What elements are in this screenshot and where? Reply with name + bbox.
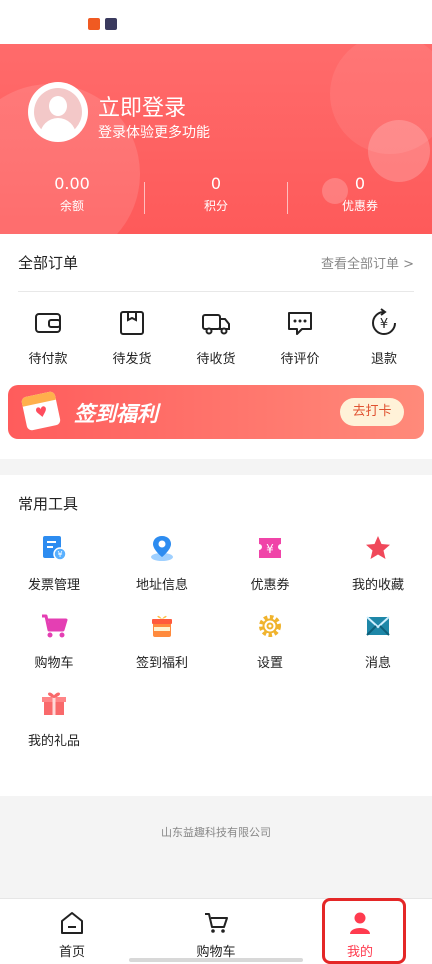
stat-points[interactable]: 0 积分 xyxy=(144,174,288,214)
tool-invoice[interactable]: ¥ 发票管理 xyxy=(0,534,108,612)
tab-home[interactable]: 首页 xyxy=(0,899,144,964)
refund-icon: ¥ xyxy=(372,308,396,335)
tool-settings[interactable]: 设置 xyxy=(216,612,324,690)
tool-label: 发票管理 xyxy=(27,578,80,593)
stat-value: 0.00 xyxy=(54,174,90,193)
order-refund[interactable]: ¥ 退款 xyxy=(354,308,414,367)
stat-label: 积分 xyxy=(203,199,228,213)
tools-grid: ¥ 发票管理 地址信息 ¥ 优惠券 我的收藏 购物车 签到福利 设置 消息 我的… xyxy=(0,534,432,768)
stat-value: 0 xyxy=(354,174,366,193)
status-bar xyxy=(0,0,432,44)
tool-label: 我的礼品 xyxy=(27,734,80,749)
order-pending-receipt[interactable]: 待收货 xyxy=(186,308,246,367)
decor-bubble xyxy=(368,120,430,182)
stat-value: 0 xyxy=(210,174,222,193)
order-pending-payment[interactable]: 待付款 xyxy=(18,308,78,367)
tool-label: 地址信息 xyxy=(135,578,188,593)
coupon-icon: ¥ xyxy=(259,538,281,558)
orders-section: 全部订单 查看全部订单 > 待付款 待发货 待收货 待评价 ¥ 退款 xyxy=(0,234,432,385)
tool-cart[interactable]: 购物车 xyxy=(0,612,108,690)
svg-text:¥: ¥ xyxy=(266,542,274,556)
tool-checkin[interactable]: 签到福利 xyxy=(108,612,216,690)
home-icon xyxy=(61,912,83,934)
order-status-row: 待付款 待发货 待收货 待评价 ¥ 退款 xyxy=(18,292,414,385)
notification-app-icon xyxy=(88,18,100,30)
calendar-heart-icon xyxy=(20,390,62,432)
order-label: 待付款 xyxy=(28,352,68,367)
invoice-icon: ¥ xyxy=(43,536,67,561)
star-icon xyxy=(366,536,390,559)
tab-highlight-box xyxy=(322,898,406,964)
checkin-button[interactable]: 去打卡 xyxy=(340,398,404,426)
tool-label: 购物车 xyxy=(34,656,74,671)
notification-app-icon xyxy=(105,18,117,30)
company-name: 山东益趣科技有限公司 xyxy=(161,826,271,839)
order-label: 待收货 xyxy=(196,352,236,367)
tool-gifts[interactable]: 我的礼品 xyxy=(0,690,108,768)
tool-coupon[interactable]: ¥ 优惠券 xyxy=(216,534,324,612)
order-pending-shipment[interactable]: 待发货 xyxy=(102,308,162,367)
svg-text:¥: ¥ xyxy=(380,317,388,332)
login-title[interactable]: 立即登录 xyxy=(98,90,186,122)
truck-icon xyxy=(202,314,230,335)
cart-icon xyxy=(42,614,68,638)
profile-header: 立即登录 登录体验更多功能 0.00 余额 0 积分 0 优惠券 xyxy=(0,44,432,234)
order-label: 待评价 xyxy=(280,352,320,367)
tool-label: 消息 xyxy=(364,656,391,671)
view-all-orders-link[interactable]: 查看全部订单 > xyxy=(321,253,414,272)
stat-balance[interactable]: 0.00 余额 xyxy=(0,174,144,214)
tab-label: 首页 xyxy=(58,945,85,960)
tools-section: 常用工具 ¥ 发票管理 地址信息 ¥ 优惠券 我的收藏 购物车 签到福利 设置 xyxy=(0,475,432,796)
box-icon xyxy=(120,311,144,335)
location-icon xyxy=(151,536,173,561)
tool-label: 优惠券 xyxy=(250,578,290,593)
avatar[interactable] xyxy=(28,82,88,142)
tool-label: 设置 xyxy=(256,656,283,671)
mail-icon xyxy=(366,616,390,636)
order-label: 待发货 xyxy=(112,352,152,367)
account-stats: 0.00 余额 0 积分 0 优惠券 xyxy=(0,174,432,214)
order-pending-review[interactable]: 待评价 xyxy=(270,308,330,367)
tab-cart[interactable]: 购物车 xyxy=(144,899,288,964)
stat-label: 余额 xyxy=(59,199,84,213)
tool-label: 签到福利 xyxy=(135,656,188,671)
cart-icon xyxy=(205,913,228,933)
banner-title: 签到福利 xyxy=(74,402,158,426)
tool-messages[interactable]: 消息 xyxy=(324,612,432,690)
svg-text:¥: ¥ xyxy=(57,550,62,559)
home-indicator[interactable] xyxy=(129,958,303,962)
gift-checkin-icon xyxy=(152,615,172,637)
tool-address[interactable]: 地址信息 xyxy=(108,534,216,612)
login-subtitle: 登录体验更多功能 xyxy=(98,125,210,141)
comment-icon xyxy=(288,312,312,335)
order-label: 退款 xyxy=(370,352,397,367)
checkin-banner[interactable]: 签到福利 去打卡 xyxy=(8,385,424,439)
stat-divider xyxy=(144,182,145,214)
stat-label: 优惠券 xyxy=(341,199,378,213)
gift-icon xyxy=(42,692,66,715)
wallet-icon xyxy=(35,313,61,333)
tools-title: 常用工具 xyxy=(18,495,79,513)
orders-title: 全部订单 xyxy=(18,254,79,272)
tool-label: 我的收藏 xyxy=(351,578,404,593)
tool-favorites[interactable]: 我的收藏 xyxy=(324,534,432,612)
stat-coupons[interactable]: 0 优惠券 xyxy=(288,174,432,214)
gear-icon xyxy=(259,615,281,637)
